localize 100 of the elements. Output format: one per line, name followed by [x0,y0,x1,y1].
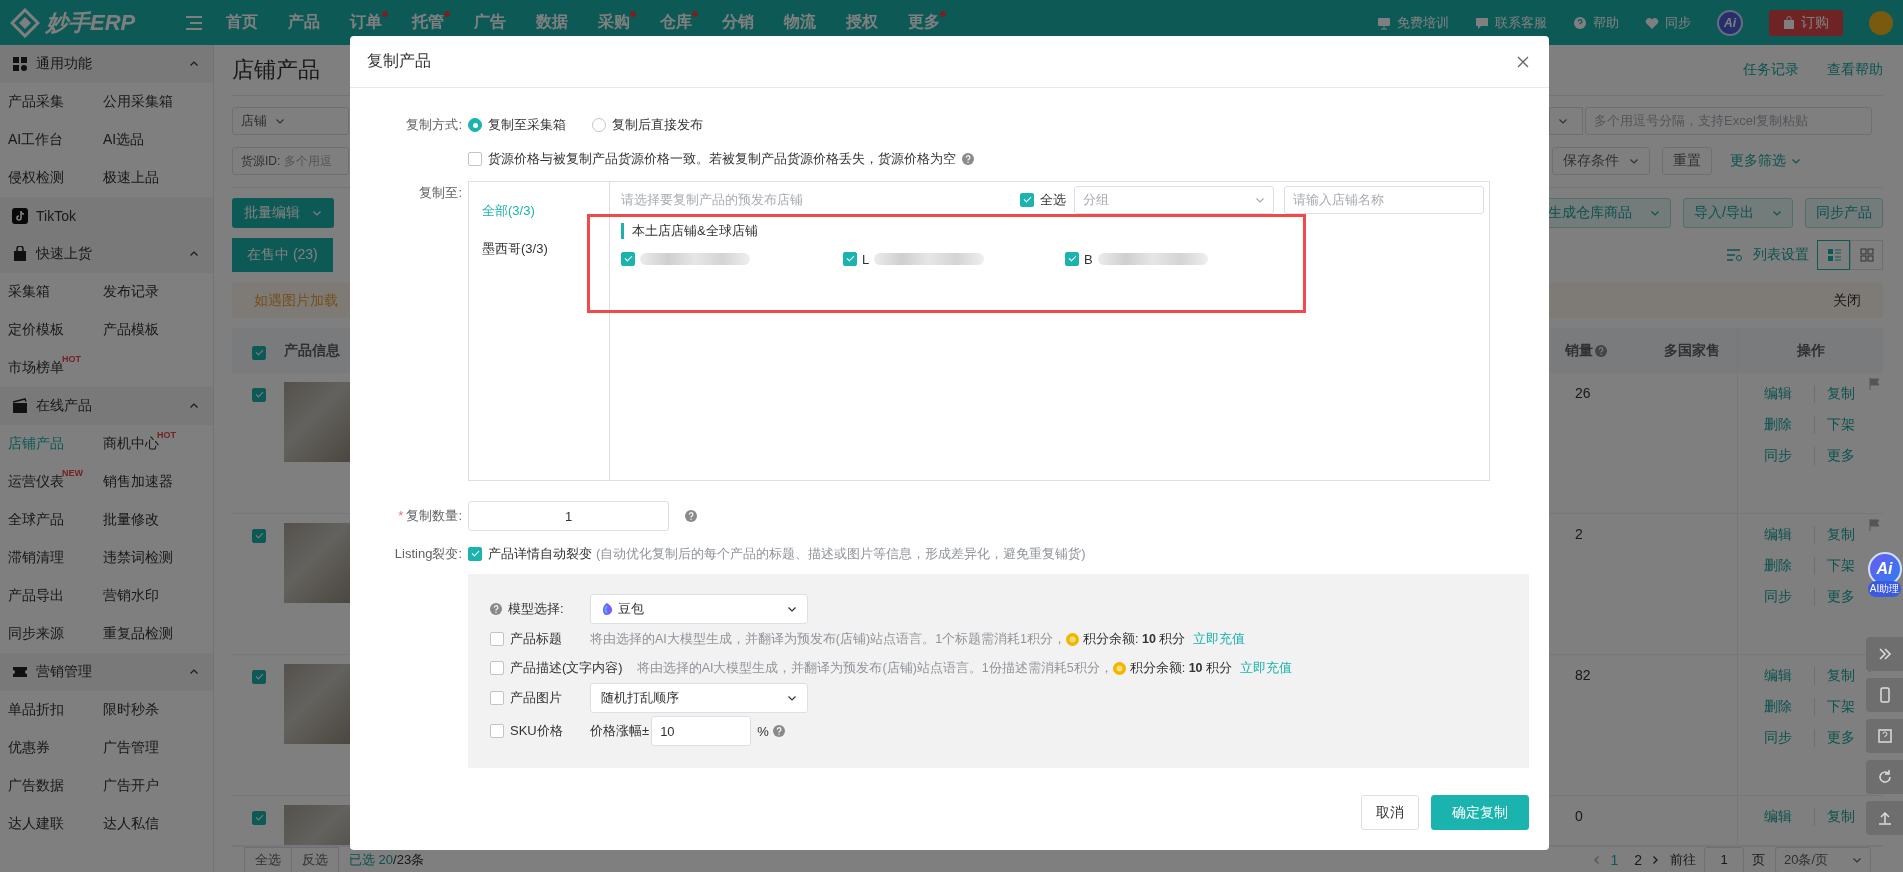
cancel-button[interactable]: 取消 [1361,795,1419,830]
page-size-select[interactable]: 20条/页 [1775,846,1871,872]
checkbox[interactable] [468,547,482,561]
sidebar-item[interactable]: 达人建联 [8,815,64,833]
reset-button[interactable]: 重置 [1662,147,1712,175]
sidebar-item[interactable]: 发布记录 [103,283,159,301]
nav-link[interactable]: 首页 [226,12,258,33]
image-order-select[interactable]: 随机打乱顺序 [590,683,808,713]
ai-logo[interactable]: Ai [1717,9,1743,36]
checkbox[interactable] [1020,193,1034,207]
nav-link[interactable]: 订单 [350,12,382,33]
action-link[interactable]: 同步 [1764,728,1814,747]
grid-view-toggle[interactable] [1850,240,1883,270]
sidebar-item[interactable]: 全球产品 [8,511,64,529]
menu-icon[interactable] [186,15,202,30]
store-select[interactable]: 店铺 [232,107,349,135]
sidebar-item[interactable]: 产品模板 [103,321,159,339]
action-link[interactable]: 编辑 [1764,384,1814,403]
action-link[interactable]: 更多 [1813,587,1863,606]
avatar[interactable] [1869,10,1893,35]
select-all-button[interactable]: 全选 [244,846,292,872]
side-tool-button[interactable] [1866,678,1903,712]
section-header[interactable]: 快速上货 [0,235,213,273]
nav-link[interactable]: 托管 [412,12,444,33]
sidebar-item[interactable]: 重复品检测 [103,625,173,643]
page-link[interactable]: 2 [1634,851,1642,868]
checkbox[interactable] [490,661,504,675]
page-number-field[interactable]: 1 [1704,846,1744,872]
flag-icon[interactable] [1869,378,1881,390]
action-link[interactable]: 编辑 [1764,525,1814,544]
order-button[interactable]: 订购 [1769,9,1843,36]
nav-link[interactable]: 数据 [536,12,568,33]
sidebar-item[interactable]: 公用采集箱 [103,93,173,111]
side-tool-button[interactable] [1866,719,1903,753]
header-link[interactable]: 查看帮助 [1827,61,1883,79]
checkbox[interactable] [252,388,266,402]
more-filters-link[interactable]: 更多筛选 [1730,152,1801,170]
checkbox[interactable] [490,724,504,738]
nav-link[interactable]: 更多 [908,12,940,33]
sidebar-item[interactable]: 商机中心 [103,435,159,453]
action-link[interactable]: 复制 [1813,525,1863,544]
sidebar-item[interactable]: 批量修改 [103,511,159,529]
checkbox[interactable] [468,152,482,166]
action-link[interactable]: 编辑 [1764,807,1814,826]
sidebar-item[interactable]: 产品导出 [8,587,64,605]
nav-link[interactable]: 授权 [846,12,878,33]
sidebar-item[interactable]: 采集箱 [8,283,50,301]
store-search-field[interactable]: 请输入店铺名称 [1284,186,1484,214]
checkbox[interactable] [843,252,857,266]
list-settings-link[interactable]: 列表设置 [1727,246,1809,264]
action-link[interactable]: 复制 [1813,666,1863,685]
action-link[interactable]: 复制 [1813,384,1863,403]
sidebar-item[interactable]: 滞销清理 [8,549,64,567]
checkbox[interactable] [252,529,266,543]
nav-link[interactable]: 分销 [722,12,754,33]
list-view-toggle[interactable] [1817,240,1850,270]
action-link[interactable]: 同步 [1764,446,1814,465]
action-link[interactable]: 同步 [1764,587,1814,606]
sidebar-item[interactable]: 市场榜单 [8,359,64,377]
checkbox[interactable] [252,345,266,360]
sidebar-item[interactable]: 营销水印 [103,587,159,605]
action-link[interactable]: 删除 [1764,556,1814,575]
toolbar-link[interactable]: 同步 [1665,13,1691,32]
chevron-right-icon[interactable] [1650,854,1660,865]
nav-link[interactable]: 产品 [288,12,320,33]
checkbox[interactable] [252,670,266,684]
nav-link[interactable]: 物流 [784,12,816,33]
checkbox[interactable] [621,252,635,266]
batch-edit-button[interactable]: 批量编辑 [232,198,334,228]
side-tool-button[interactable] [1866,637,1903,671]
action-link[interactable]: 更多 [1813,728,1863,747]
sidebar-item[interactable]: 优惠券 [8,739,50,757]
page-link[interactable]: 1 [1610,851,1619,868]
checkbox[interactable] [490,691,504,705]
toolbar-button[interactable]: 导入/导出 [1683,198,1793,228]
select-field[interactable] [1549,107,1583,135]
side-tool-button[interactable] [1866,760,1903,794]
action-link[interactable]: 复制 [1813,807,1863,826]
action-link[interactable]: 删除 [1764,697,1814,716]
section-header[interactable]: 在线产品 [0,387,213,425]
sidebar-item[interactable]: 违禁词检测 [103,549,173,567]
model-select[interactable]: 豆包 [590,594,808,624]
side-tool-button[interactable] [1866,801,1903,835]
invert-selection-button[interactable]: 反选 [292,846,339,872]
group-select[interactable]: 分组 [1074,186,1274,214]
flag-icon[interactable] [1869,519,1881,531]
recharge-link[interactable]: 立即充值 [1240,659,1293,677]
sidebar-item[interactable]: AI选品 [103,131,145,149]
close-link[interactable]: 关闭 [1833,291,1861,310]
sidebar-item[interactable]: 定价模板 [8,321,64,339]
nav-link[interactable]: 采购 [598,12,630,33]
checkbox[interactable] [1065,252,1079,266]
region-tab[interactable]: 墨西哥(3/3) [482,230,596,268]
sidebar-item[interactable]: 限时秒杀 [103,701,159,719]
close-icon[interactable] [1517,55,1529,68]
checkbox[interactable] [252,811,266,825]
action-link[interactable]: 删除 [1764,415,1814,434]
radio-button[interactable] [592,118,606,132]
section-header[interactable]: 营销管理 [0,653,213,691]
price-increase-field[interactable]: 10 [651,716,752,746]
